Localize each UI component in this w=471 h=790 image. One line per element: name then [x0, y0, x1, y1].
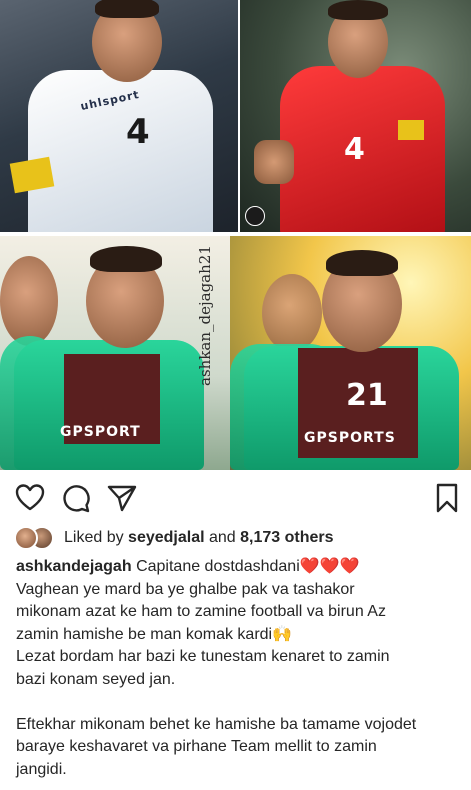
jersey-number: 4: [344, 132, 365, 167]
photo-player-red-jersey: 4: [240, 0, 471, 232]
bib-brand-text: GPSPORTS: [304, 430, 396, 446]
player-hair-shape: [328, 0, 388, 20]
caption-line: Lezat bordam har bazi ke tunestam kenare…: [16, 648, 390, 665]
heart-icon: [15, 484, 45, 511]
save-button[interactable]: [431, 482, 463, 514]
caption-line: jangidi.: [16, 760, 67, 778]
post-caption: ashkandejagah Capitane dostdashdani❤️❤️❤…: [16, 556, 461, 781]
comment-icon: [63, 485, 90, 513]
bib-brand-text: GPSPORT: [60, 424, 141, 440]
user-tag-icon[interactable]: [245, 206, 265, 226]
likes-prefix: Liked by: [64, 529, 129, 546]
photo-watermark-text: ashkan_dejagah21: [196, 245, 214, 386]
caption-line: baraye keshavaret va pirhane Team mellit…: [16, 738, 377, 755]
caption-line: Eftekhar mikonam behet ke hamishe ba tam…: [16, 715, 417, 733]
liker-username[interactable]: seyedjalal: [128, 529, 205, 546]
post-action-bar: [0, 478, 471, 518]
captain-armband: [398, 120, 424, 140]
share-button[interactable]: [106, 482, 138, 514]
caption-line: zamin hamishe be man komak kardi🙌: [16, 625, 293, 643]
likes-row[interactable]: Liked by seyedjalal and 8,173 others: [14, 526, 334, 550]
caption-line: bazi konam seyed jan.: [16, 670, 176, 688]
player-hair-shape: [326, 250, 398, 276]
player-arm-shape: [254, 140, 294, 184]
likes-conjunction: and: [204, 529, 241, 546]
jersey-number: 4: [126, 112, 150, 152]
player-head-shape: [262, 274, 322, 352]
liker-avatar[interactable]: [14, 526, 38, 550]
bookmark-icon: [436, 483, 458, 513]
likes-summary: Liked by seyedjalal and 8,173 others: [64, 529, 334, 547]
post-photo-collage[interactable]: 4 uhlsport 4 GPSPORT ashkan_dejagah21 21…: [0, 0, 471, 470]
like-button[interactable]: [14, 482, 46, 514]
likes-count[interactable]: 8,173 others: [240, 529, 333, 546]
comment-button[interactable]: [60, 482, 92, 514]
caption-paragraph-gap: [16, 691, 461, 714]
caption-first-line: Capitane dostdashdani❤️❤️❤️: [136, 558, 360, 575]
photo-player-white-jersey: 4 uhlsport: [0, 0, 238, 232]
caption-line: mikonam azat ke ham to zamine football v…: [16, 603, 386, 620]
caption-line: Vaghean ye mard ba ye ghalbe pak va tash…: [16, 580, 355, 598]
player-head-shape: [0, 256, 58, 346]
caption-username[interactable]: ashkandejagah: [16, 558, 132, 575]
send-icon: [107, 485, 137, 512]
player-hair-shape: [90, 246, 162, 272]
bib-number: 21: [346, 378, 388, 413]
photo-players-training-right: 21 GPSPORTS: [230, 236, 471, 470]
player-hair-shape: [95, 0, 159, 18]
